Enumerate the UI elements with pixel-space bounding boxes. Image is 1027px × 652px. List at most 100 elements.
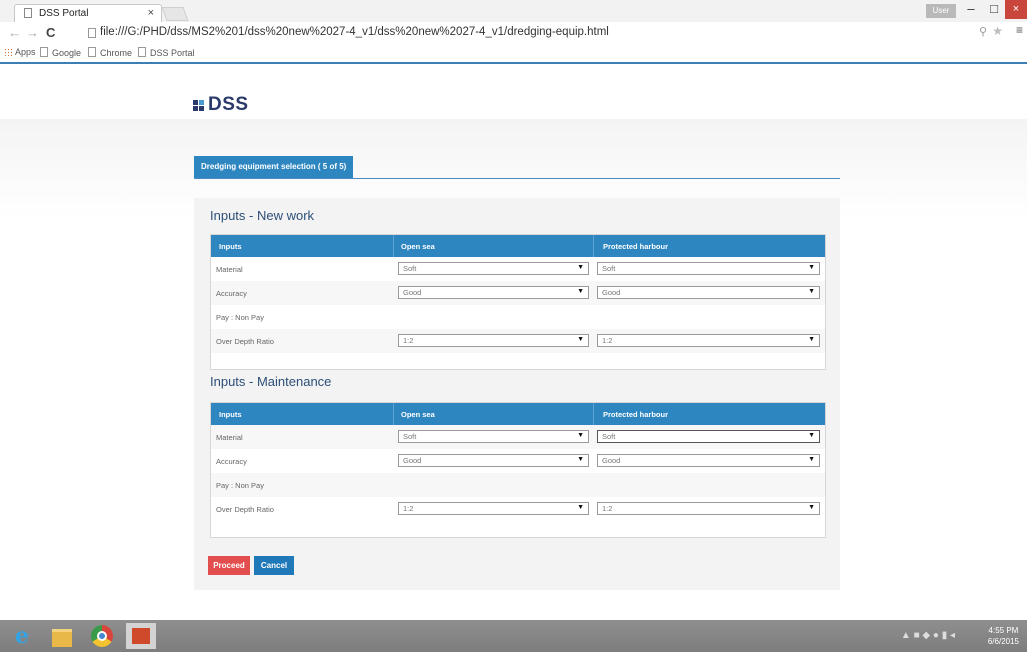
maximize-button[interactable]: □ [983,0,1005,19]
column-header-open-sea: Open sea [401,410,435,419]
accuracy-harbour-select[interactable]: Good ▼ [597,454,820,467]
table-row: Over Depth Ratio 1:2 ▼ 1:2 ▼ [211,329,825,353]
table-row: Over Depth Ratio 1:2 ▼ 1:2 ▼ [211,497,825,521]
taskbar: e ▲ ■ ◆ ● ▮ ◂ 4:55 PM 6/6/2015 [0,620,1027,652]
browser-tabstrip: DSS Portal × User – □ × [0,0,1027,22]
accuracy-open-sea-select[interactable]: Good ▼ [398,454,589,467]
table-row: Material Soft ▼ Soft ▼ [211,257,825,281]
dropdown-arrow-icon: ▼ [577,504,584,511]
browser-tab[interactable]: DSS Portal × [14,4,162,22]
tab-dredging-equipment-selection[interactable]: Dredging equipment selection ( 5 of 5) [194,156,354,178]
bookmark-dss-portal[interactable]: DSS Portal [138,47,195,58]
table-row: Accuracy Good ▼ Good ▼ [211,281,825,305]
row-label-material: Material [216,433,243,442]
page-icon [40,47,48,57]
column-header-inputs: Inputs [219,242,242,251]
tab-close-icon[interactable]: × [148,7,154,19]
row-label-material: Material [216,265,243,274]
dropdown-arrow-icon: ▼ [808,432,815,439]
bookmark-star-icon[interactable]: ★ [992,24,1003,38]
page-icon [138,47,146,57]
over-depth-ratio-harbour-select[interactable]: 1:2 ▼ [597,502,820,515]
row-label-accuracy: Accuracy [216,289,247,298]
dropdown-arrow-icon: ▼ [808,504,815,511]
row-label-pay-non-pay: Pay : Non Pay [216,313,264,322]
table-header: Inputs Open sea Protected harbour [211,403,825,425]
bookmark-apps[interactable]: Apps [4,47,36,57]
row-label-over-depth-ratio: Over Depth Ratio [216,337,274,346]
dropdown-arrow-icon: ▼ [577,264,584,271]
table-header: Inputs Open sea Protected harbour [211,235,825,257]
minimize-button[interactable]: – [960,0,982,19]
powerpoint-icon[interactable] [126,623,156,649]
clock-date: 6/6/2015 [987,637,1019,646]
reload-icon[interactable]: C [46,25,55,40]
section-title-new-work: Inputs - New work [210,208,315,223]
taskbar-clock[interactable]: 4:55 PM 6/6/2015 [988,625,1019,647]
logo-mark-icon [193,100,205,112]
forward-arrow-icon[interactable]: → [26,25,39,40]
chrome-menu-icon[interactable]: ≡ [1016,23,1023,37]
over-depth-ratio-harbour-select[interactable]: 1:2 ▼ [597,334,820,347]
zoom-icon[interactable]: ⚲ [979,25,987,38]
close-window-button[interactable]: × [1005,0,1027,19]
table-row: Pay : Non Pay [211,473,825,497]
header-divider [593,403,594,425]
dss-logo[interactable]: DSS [193,94,249,116]
material-open-sea-select[interactable]: Soft ▼ [398,262,589,275]
new-work-table: Inputs Open sea Protected harbour Materi… [210,234,826,370]
column-header-protected-harbour: Protected harbour [603,242,669,251]
material-harbour-select[interactable]: Soft ▼ [597,262,820,275]
dropdown-arrow-icon: ▼ [577,456,584,463]
material-open-sea-select[interactable]: Soft ▼ [398,430,589,443]
system-tray-icons[interactable]: ▲ ■ ◆ ● ▮ ◂ [901,630,955,641]
header-divider [393,235,394,257]
internet-explorer-icon[interactable]: e [8,623,36,649]
apps-grid-icon [4,48,12,56]
file-explorer-icon[interactable] [48,623,76,649]
section-title-maintenance: Inputs - Maintenance [210,374,332,389]
row-label-accuracy: Accuracy [216,457,247,466]
header-divider [593,235,594,257]
dropdown-arrow-icon: ▼ [577,432,584,439]
new-tab-button[interactable] [161,7,189,21]
proceed-button[interactable]: Proceed [208,556,250,575]
url-text[interactable]: file:///G:/PHD/dss/MS2%201/dss%20new%202… [100,26,609,38]
page-content: DSS Dredging equipment selection ( 5 of … [0,64,1027,620]
header-divider [393,403,394,425]
over-depth-ratio-open-sea-select[interactable]: 1:2 ▼ [398,334,589,347]
dropdown-arrow-icon: ▼ [577,336,584,343]
cancel-button[interactable]: Cancel [254,556,294,575]
user-badge[interactable]: User [926,4,956,18]
address-bar[interactable]: file:///G:/PHD/dss/MS2%201/dss%20new%202… [80,24,1015,42]
logo-text: DSS [208,94,249,115]
clock-time: 4:55 PM [988,626,1019,635]
dropdown-arrow-icon: ▼ [808,456,815,463]
accuracy-open-sea-select[interactable]: Good ▼ [398,286,589,299]
bookmarks-bar: Apps Google Chrome DSS Portal [0,44,1027,64]
browser-toolbar: ← → C file:///G:/PHD/dss/MS2%201/dss%20n… [0,22,1027,44]
material-harbour-select[interactable]: Soft ▼ [597,430,820,443]
column-header-inputs: Inputs [219,410,242,419]
table-row: Accuracy Good ▼ Good ▼ [211,449,825,473]
dropdown-arrow-icon: ▼ [808,288,815,295]
column-header-open-sea: Open sea [401,242,435,251]
table-row: Material Soft ▼ Soft ▼ [211,425,825,449]
row-label-over-depth-ratio: Over Depth Ratio [216,505,274,514]
over-depth-ratio-open-sea-select[interactable]: 1:2 ▼ [398,502,589,515]
accuracy-harbour-select[interactable]: Good ▼ [597,286,820,299]
dropdown-arrow-icon: ▼ [577,288,584,295]
bookmark-chrome[interactable]: Chrome [88,47,132,58]
dropdown-arrow-icon: ▼ [808,336,815,343]
page-icon [24,8,32,18]
bookmark-google[interactable]: Google [40,47,81,58]
maintenance-table: Inputs Open sea Protected harbour Materi… [210,402,826,538]
back-arrow-icon[interactable]: ← [8,25,21,40]
tab-title: DSS Portal [39,8,89,19]
row-label-pay-non-pay: Pay : Non Pay [216,481,264,490]
page-icon [88,47,96,57]
dropdown-arrow-icon: ▼ [808,264,815,271]
chrome-icon[interactable] [88,623,116,649]
table-row: Pay : Non Pay [211,305,825,329]
wizard-tabs: Dredging equipment selection ( 5 of 5) [194,156,840,179]
